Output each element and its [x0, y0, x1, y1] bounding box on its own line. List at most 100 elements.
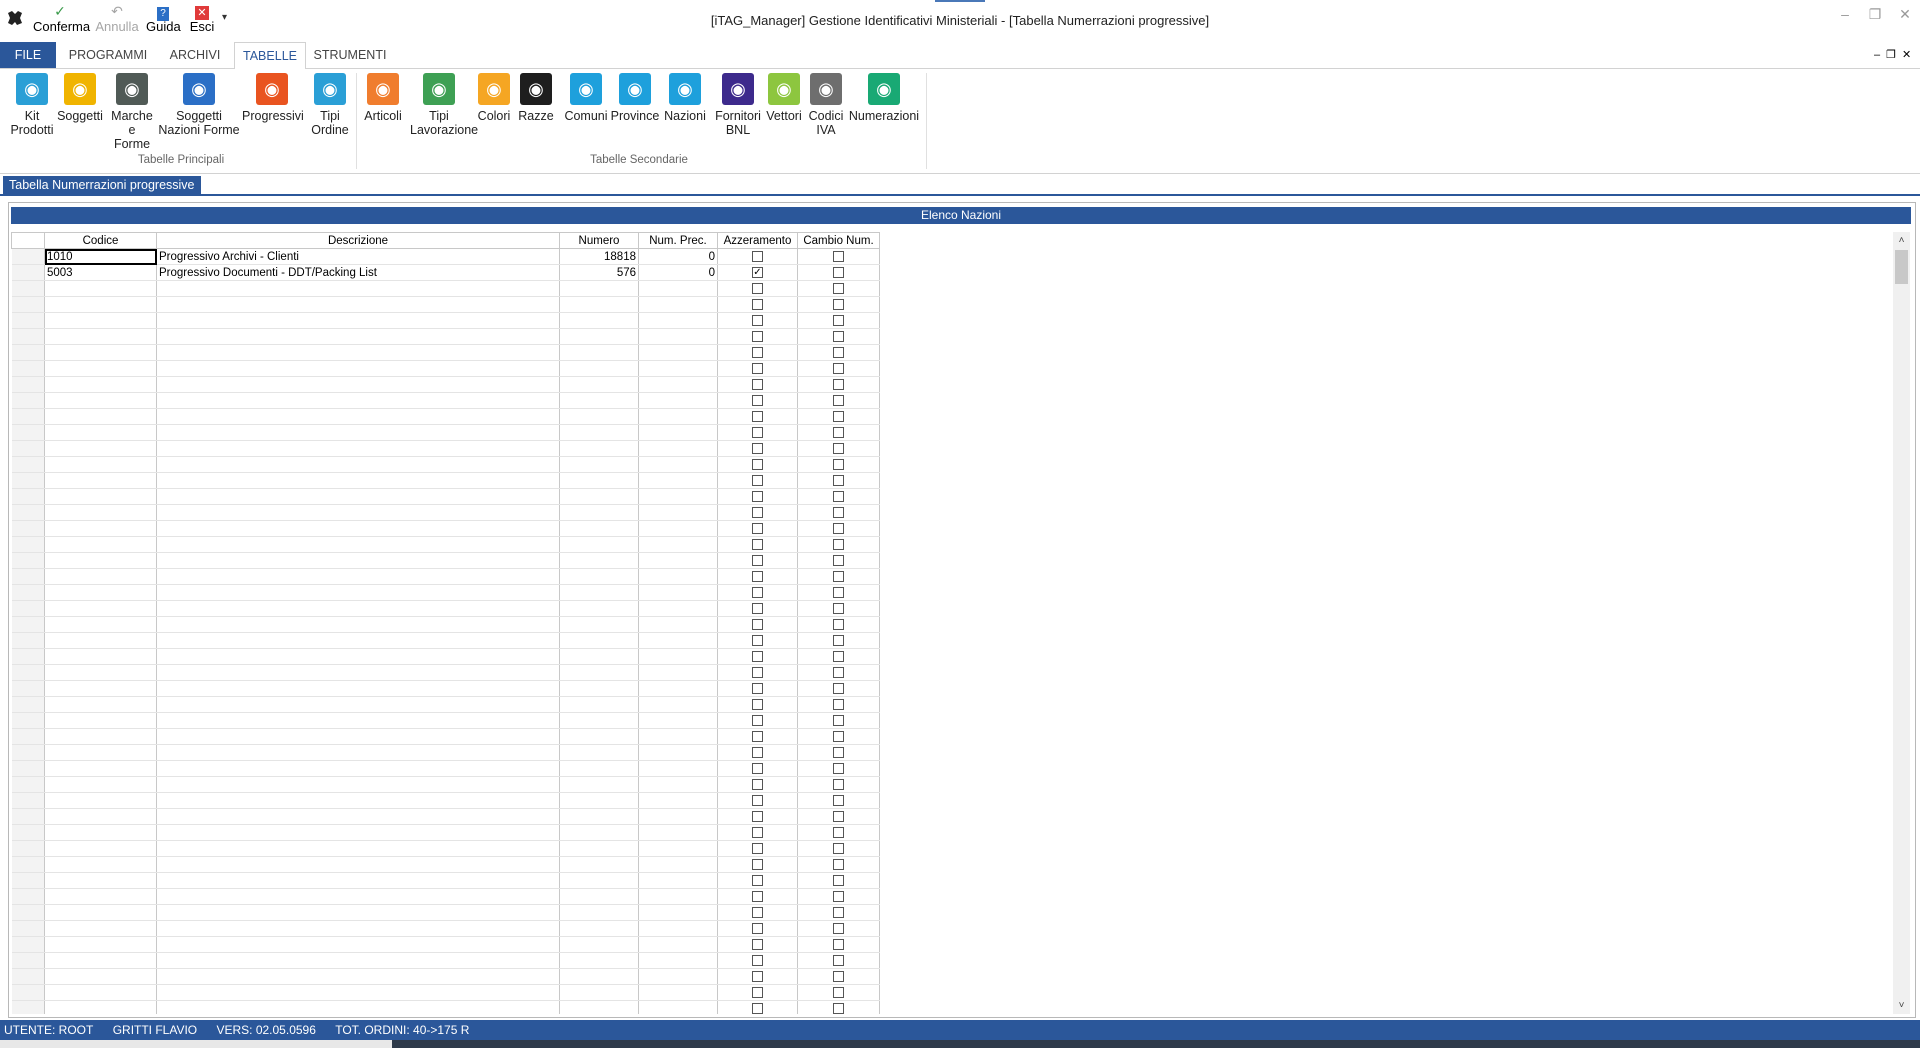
ribbon-button-numerazioni[interactable]: ◉ Numerazioni: [848, 73, 920, 123]
cambio-checkbox[interactable]: [833, 554, 844, 566]
cambio-checkbox[interactable]: [833, 330, 844, 342]
cell-numero[interactable]: [559, 808, 639, 825]
cell-descrizione[interactable]: [156, 520, 560, 537]
row-selector[interactable]: [11, 712, 45, 729]
table-row[interactable]: [11, 600, 880, 617]
table-row[interactable]: [11, 632, 880, 649]
cell-numero[interactable]: [559, 936, 639, 953]
table-row[interactable]: [11, 488, 880, 505]
cell-codice[interactable]: [44, 792, 157, 809]
cell-numero[interactable]: [559, 376, 639, 393]
cell-num-prec[interactable]: [638, 424, 718, 441]
azzeramento-checkbox[interactable]: [752, 522, 763, 534]
cell-num-prec[interactable]: [638, 600, 718, 617]
cambio-checkbox[interactable]: [833, 570, 844, 582]
column-header-numero[interactable]: Numero: [559, 232, 639, 249]
table-row[interactable]: [11, 328, 880, 345]
cell-num-prec[interactable]: [638, 632, 718, 649]
row-selector[interactable]: [11, 392, 45, 409]
cell-descrizione[interactable]: [156, 824, 560, 841]
row-selector[interactable]: [11, 904, 45, 921]
cell-descrizione[interactable]: [156, 488, 560, 505]
row-selector[interactable]: [11, 424, 45, 441]
row-selector[interactable]: [11, 472, 45, 489]
tab-tabelle[interactable]: TABELLE: [234, 42, 306, 70]
cell-num-prec[interactable]: [638, 712, 718, 729]
document-tab[interactable]: Tabella Numerrazioni progressive: [3, 176, 201, 194]
row-selector[interactable]: [11, 264, 45, 281]
cell-num-prec[interactable]: [638, 344, 718, 361]
cambio-checkbox[interactable]: [833, 442, 844, 454]
cambio-checkbox[interactable]: [833, 842, 844, 854]
ribbon-button-soggetti[interactable]: ◉ Soggetti: [54, 73, 106, 123]
cell-numero[interactable]: [559, 520, 639, 537]
scroll-thumb[interactable]: [1895, 250, 1908, 284]
cell-codice[interactable]: [44, 664, 157, 681]
cambio-checkbox[interactable]: [833, 826, 844, 838]
cell-descrizione[interactable]: [156, 664, 560, 681]
row-selector[interactable]: [11, 584, 45, 601]
cell-descrizione[interactable]: [156, 392, 560, 409]
cambio-checkbox[interactable]: [833, 410, 844, 422]
table-row[interactable]: [11, 312, 880, 329]
ribbon-button-tipi-ordine[interactable]: ◉ Tipi Ordine: [306, 73, 354, 137]
scroll-up-icon[interactable]: ˄: [1893, 232, 1910, 249]
azzeramento-checkbox[interactable]: [752, 970, 763, 982]
cell-num-prec[interactable]: [638, 808, 718, 825]
cell-num-prec[interactable]: [638, 520, 718, 537]
cell-num-prec[interactable]: [638, 296, 718, 313]
cambio-checkbox[interactable]: [833, 426, 844, 438]
cambio-checkbox[interactable]: [833, 890, 844, 902]
row-selector[interactable]: [11, 744, 45, 761]
cell-descrizione[interactable]: [156, 648, 560, 665]
cell-codice[interactable]: [44, 280, 157, 297]
cell-descrizione[interactable]: [156, 584, 560, 601]
cell-num-prec[interactable]: [638, 536, 718, 553]
ribbon-button-province[interactable]: ◉ Province: [610, 73, 660, 123]
cell-descrizione[interactable]: [156, 984, 560, 1001]
cell-codice[interactable]: [44, 552, 157, 569]
cambio-checkbox[interactable]: [833, 250, 844, 262]
azzeramento-checkbox[interactable]: [752, 650, 763, 662]
ribbon-button-colori[interactable]: ◉ Colori: [474, 73, 514, 123]
cell-num-prec[interactable]: [638, 648, 718, 665]
table-row[interactable]: [11, 1000, 880, 1014]
azzeramento-checkbox[interactable]: [752, 570, 763, 582]
cell-codice[interactable]: 5003: [44, 264, 157, 281]
cell-codice[interactable]: [44, 1000, 157, 1014]
cell-codice[interactable]: [44, 824, 157, 841]
table-row[interactable]: [11, 440, 880, 457]
cell-descrizione[interactable]: Progressivo Archivi - Clienti: [156, 248, 560, 265]
azzeramento-checkbox[interactable]: [752, 906, 763, 918]
cell-codice[interactable]: [44, 520, 157, 537]
row-selector[interactable]: [11, 952, 45, 969]
table-row[interactable]: [11, 904, 880, 921]
cell-descrizione[interactable]: [156, 856, 560, 873]
row-selector[interactable]: [11, 328, 45, 345]
azzeramento-checkbox[interactable]: [752, 778, 763, 790]
table-row[interactable]: 5003 Progressivo Documenti - DDT/Packing …: [11, 264, 880, 281]
table-row[interactable]: [11, 776, 880, 793]
cambio-checkbox[interactable]: [833, 810, 844, 822]
cell-descrizione[interactable]: [156, 632, 560, 649]
cambio-checkbox[interactable]: [833, 746, 844, 758]
cell-numero[interactable]: [559, 552, 639, 569]
row-selector[interactable]: [11, 984, 45, 1001]
ribbon-button-codici-iva[interactable]: ◉ Codici IVA: [806, 73, 846, 137]
cell-num-prec[interactable]: [638, 984, 718, 1001]
azzeramento-checkbox[interactable]: [752, 602, 763, 614]
cell-descrizione[interactable]: [156, 552, 560, 569]
cell-num-prec[interactable]: [638, 792, 718, 809]
cambio-checkbox[interactable]: [833, 506, 844, 518]
cambio-checkbox[interactable]: [833, 794, 844, 806]
cell-num-prec[interactable]: [638, 616, 718, 633]
tab-archivi[interactable]: ARCHIVI: [160, 42, 230, 68]
cell-descrizione[interactable]: [156, 792, 560, 809]
cambio-checkbox[interactable]: [833, 938, 844, 950]
cell-numero[interactable]: [559, 312, 639, 329]
cambio-checkbox[interactable]: [833, 762, 844, 774]
cell-numero[interactable]: [559, 888, 639, 905]
azzeramento-checkbox[interactable]: [752, 250, 763, 262]
table-row[interactable]: [11, 888, 880, 905]
azzeramento-checkbox[interactable]: [752, 298, 763, 310]
